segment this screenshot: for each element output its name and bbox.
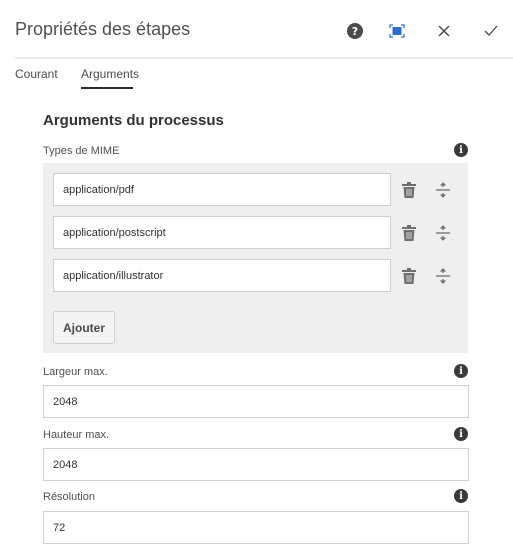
mime-type-input[interactable]: application/postscript xyxy=(53,216,391,249)
info-icon[interactable]: i xyxy=(454,143,468,157)
section-title: Arguments du processus xyxy=(43,112,224,129)
info-icon[interactable]: i xyxy=(454,489,468,503)
max-width-input[interactable]: 2048 xyxy=(43,385,469,418)
dialog-title: Propriétés des étapes xyxy=(15,19,191,39)
reorder-handle-icon[interactable] xyxy=(433,266,453,286)
mime-type-input[interactable]: application/illustrator xyxy=(53,259,391,292)
tab-arguments[interactable]: Arguments xyxy=(81,67,139,81)
max-height-label: Hauteur max. xyxy=(43,429,110,441)
trash-icon[interactable] xyxy=(399,266,419,286)
help-icon[interactable]: ? xyxy=(345,21,365,41)
svg-text:?: ? xyxy=(352,25,358,38)
tab-courant[interactable]: Courant xyxy=(15,67,58,81)
max-width-label: Largeur max. xyxy=(43,366,108,378)
close-icon[interactable] xyxy=(434,21,454,41)
resolution-input[interactable]: 72 xyxy=(43,511,469,544)
resolution-label: Résolution xyxy=(43,491,95,503)
fullscreen-icon[interactable] xyxy=(387,21,407,41)
trash-icon[interactable] xyxy=(399,180,419,200)
header-divider xyxy=(15,57,513,59)
reorder-handle-icon[interactable] xyxy=(433,223,453,243)
info-icon[interactable]: i xyxy=(454,427,468,441)
info-icon[interactable]: i xyxy=(454,364,468,378)
active-tab-indicator xyxy=(81,87,133,89)
check-icon[interactable] xyxy=(481,21,501,41)
max-height-input[interactable]: 2048 xyxy=(43,448,469,481)
mime-type-input[interactable]: application/pdf xyxy=(53,173,391,206)
mime-types-label: Types de MIME xyxy=(43,145,120,157)
add-button[interactable]: Ajouter xyxy=(53,311,115,344)
reorder-handle-icon[interactable] xyxy=(433,180,453,200)
trash-icon[interactable] xyxy=(399,223,419,243)
